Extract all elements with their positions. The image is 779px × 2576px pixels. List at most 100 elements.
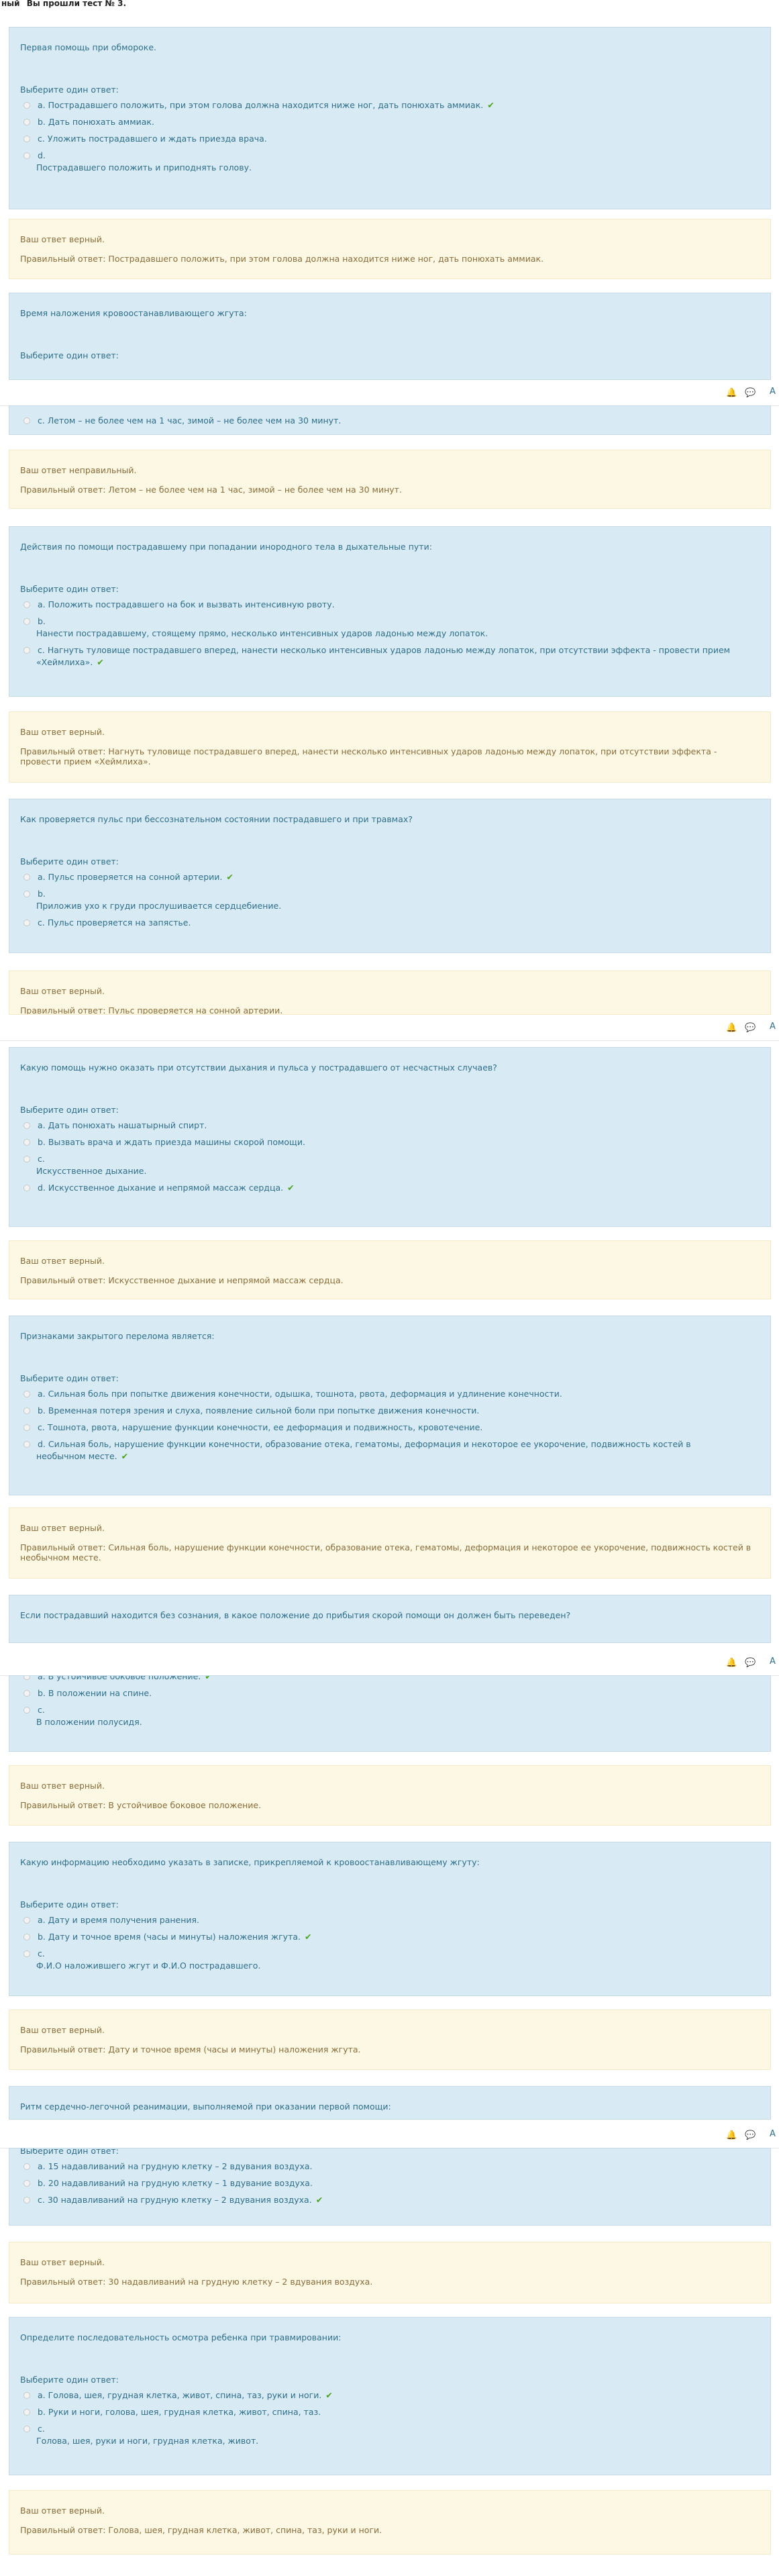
option-b[interactable]: b. Дать понюхать аммиак. bbox=[20, 116, 760, 128]
option-a[interactable]: a. Дать понюхать нашатырный спирт. bbox=[20, 1120, 760, 1132]
option-a[interactable]: a. Положить пострадавшего на бок и вызва… bbox=[20, 599, 760, 611]
feedback-6: Ваш ответ верный. Правильный ответ: Силь… bbox=[9, 1507, 771, 1579]
radio-button[interactable] bbox=[23, 1424, 30, 1431]
option-b[interactable]: b. Вызвать врача и ждать приезда машины … bbox=[20, 1136, 760, 1148]
radio-button[interactable] bbox=[23, 1441, 30, 1448]
option-d[interactable]: d. Искусственное дыхание и непрямой масс… bbox=[20, 1182, 760, 1194]
question-5: Какую помощь нужно оказать при отсутстви… bbox=[9, 1047, 771, 1227]
option-c[interactable]: c. Тошнота, рвота, нарушение функции кон… bbox=[20, 1422, 760, 1434]
option-a[interactable]: a. Пульс проверяется на сонной артерии. ✔ bbox=[20, 871, 760, 883]
radio-button[interactable] bbox=[23, 1391, 30, 1397]
feedback-correct-answer: Правильный ответ: В устойчивое боковое п… bbox=[20, 1800, 262, 1810]
user-menu[interactable]: А bbox=[770, 1022, 778, 1032]
radio-button[interactable] bbox=[23, 874, 30, 881]
bell-icon[interactable]: 🔔 bbox=[726, 1658, 737, 1668]
option-b[interactable]: b. В положении на спине. bbox=[20, 1687, 760, 1699]
option-a[interactable]: a. 15 надавливаний на грудную клетку – 2… bbox=[20, 2161, 760, 2173]
radio-button[interactable] bbox=[23, 601, 30, 608]
question-1: Первая помощь при обмороке. Выберите оди… bbox=[9, 27, 771, 209]
user-menu[interactable]: А bbox=[770, 2129, 778, 2140]
radio-button[interactable] bbox=[23, 417, 30, 424]
option-a[interactable]: a. Пострадавшего положить, при этом голо… bbox=[20, 99, 760, 111]
option-c[interactable]: c. В положении полусидя. bbox=[20, 1704, 760, 1728]
chat-icon[interactable]: 💬 bbox=[745, 2130, 756, 2140]
option-label: d. bbox=[38, 150, 46, 160]
option-b[interactable]: b. Нанести пострадавшему, стоящему прямо,… bbox=[20, 615, 760, 640]
option-c[interactable]: c. Ф.И.О наложившего жгут и Ф.И.О пострад… bbox=[20, 1948, 760, 1972]
option-b[interactable]: b. Временная потеря зрения и слуха, появ… bbox=[20, 1405, 760, 1417]
option-b[interactable]: b. Дату и точное время (часы и минуты) н… bbox=[20, 1931, 760, 1943]
feedback-correct-answer: Правильный ответ: Искусственное дыхание … bbox=[20, 1275, 344, 1285]
feedback-correct-answer: Правильный ответ: Летом – не более чем н… bbox=[20, 485, 402, 495]
feedback-2: Ваш ответ неправильный. Правильный ответ… bbox=[9, 450, 771, 509]
option-label: c. Тошнота, рвота, нарушение функции кон… bbox=[38, 1422, 483, 1432]
radio-button[interactable] bbox=[23, 152, 30, 159]
option-a[interactable]: a. Дату и время получения ранения. bbox=[20, 1914, 760, 1926]
option-label-text: Искусственное дыхание. bbox=[36, 1166, 147, 1176]
radio-button[interactable] bbox=[23, 2426, 30, 2432]
radio-button[interactable] bbox=[23, 2163, 30, 2170]
radio-button[interactable] bbox=[23, 618, 30, 625]
option-b[interactable]: b. Приложив ухо к груди прослушивается се… bbox=[20, 888, 760, 912]
question-9: Ритм сердечно-легочной реанимации, выпол… bbox=[9, 2086, 771, 2120]
user-menu[interactable]: А bbox=[770, 387, 778, 397]
option-c[interactable]: c. Пульс проверяется на запястье. bbox=[20, 917, 760, 929]
option-b[interactable]: b. 20 надавливаний на грудную клетку – 1… bbox=[20, 2177, 760, 2189]
radio-button[interactable] bbox=[23, 1690, 30, 1697]
radio-button[interactable] bbox=[23, 1185, 30, 1191]
bell-icon[interactable]: 🔔 bbox=[726, 388, 737, 398]
radio-button[interactable] bbox=[23, 1707, 30, 1714]
radio-button[interactable] bbox=[23, 647, 30, 654]
option-b[interactable]: b. Руки и ноги, голова, шея, грудная кле… bbox=[20, 2406, 760, 2418]
radio-button[interactable] bbox=[23, 2409, 30, 2416]
chat-icon[interactable]: 💬 bbox=[745, 388, 756, 398]
radio-button[interactable] bbox=[23, 136, 30, 142]
radio-button[interactable] bbox=[23, 102, 30, 109]
chat-icon[interactable]: 💬 bbox=[745, 1023, 756, 1033]
bell-icon[interactable]: 🔔 bbox=[726, 1023, 737, 1033]
option-d[interactable]: d. Пострадавшего положить и приподнять го… bbox=[20, 150, 760, 174]
radio-button[interactable] bbox=[23, 2392, 30, 2399]
radio-button[interactable] bbox=[23, 1676, 30, 1680]
option-label: b. bbox=[38, 616, 46, 626]
option-c[interactable]: c. Летом – не более чем на 1 час, зимой … bbox=[20, 415, 760, 427]
feedback-status: Ваш ответ верный. bbox=[20, 2506, 105, 2516]
option-a[interactable]: a. Голова, шея, грудная клетка, живот, с… bbox=[20, 2389, 760, 2401]
option-c[interactable]: c. Голова, шея, руки и ноги, грудная клет… bbox=[20, 2423, 760, 2447]
option-c[interactable]: c. 30 надавливаний на грудную клетку – 2… bbox=[20, 2194, 760, 2206]
option-label: a. Пострадавшего положить, при этом голо… bbox=[38, 100, 484, 110]
option-c[interactable]: c. Нагнуть туловище пострадавшего вперед… bbox=[20, 644, 760, 668]
option-label: c. Пульс проверяется на запястье. bbox=[38, 918, 191, 928]
option-a[interactable]: a. Сильная боль при попытке движения кон… bbox=[20, 1388, 760, 1400]
radio-button[interactable] bbox=[23, 1156, 30, 1162]
option-d[interactable]: d. Сильная боль, нарушение функции конеч… bbox=[20, 1438, 760, 1463]
user-menu[interactable]: А bbox=[770, 1656, 778, 1667]
radio-button[interactable] bbox=[23, 2180, 30, 2187]
answer-prompt: Выберите один ответ: bbox=[20, 85, 119, 95]
option-a[interactable]: a. В устойчивое боковое положение. ✔ bbox=[20, 1676, 760, 1683]
option-label: b. bbox=[38, 889, 46, 899]
feedback-5: Ваш ответ верный. Правильный ответ: Иску… bbox=[9, 1240, 771, 1299]
answer-prompt: Выберите один ответ: bbox=[20, 1899, 119, 1910]
radio-button[interactable] bbox=[23, 1934, 30, 1940]
feedback-correct-answer: Правильный ответ: Сильная боль, нарушени… bbox=[20, 1542, 751, 1563]
answer-prompt: Выберите один ответ: bbox=[20, 856, 119, 866]
radio-button[interactable] bbox=[23, 1917, 30, 1924]
radio-button[interactable] bbox=[23, 891, 30, 897]
chat-icon[interactable]: 💬 bbox=[745, 1658, 756, 1668]
radio-button[interactable] bbox=[23, 1950, 30, 1957]
option-label-text: «Хеймлиха». bbox=[36, 657, 93, 667]
option-c[interactable]: c. Искусственное дыхание. bbox=[20, 1153, 760, 1177]
bell-icon[interactable]: 🔔 bbox=[726, 2130, 737, 2140]
radio-button[interactable] bbox=[23, 1407, 30, 1414]
option-label: c. 30 надавливаний на грудную клетку – 2… bbox=[38, 2195, 312, 2205]
option-label: a. Положить пострадавшего на бок и вызва… bbox=[38, 599, 335, 609]
radio-button[interactable] bbox=[23, 119, 30, 126]
radio-button[interactable] bbox=[23, 920, 30, 926]
option-label: b. Вызвать врача и ждать приезда машины … bbox=[38, 1137, 305, 1147]
radio-button[interactable] bbox=[23, 2197, 30, 2203]
radio-button[interactable] bbox=[23, 1122, 30, 1129]
option-c[interactable]: c. Уложить пострадавшего и ждать приезда… bbox=[20, 133, 760, 145]
option-label: b. В положении на спине. bbox=[38, 1688, 152, 1698]
radio-button[interactable] bbox=[23, 1139, 30, 1146]
